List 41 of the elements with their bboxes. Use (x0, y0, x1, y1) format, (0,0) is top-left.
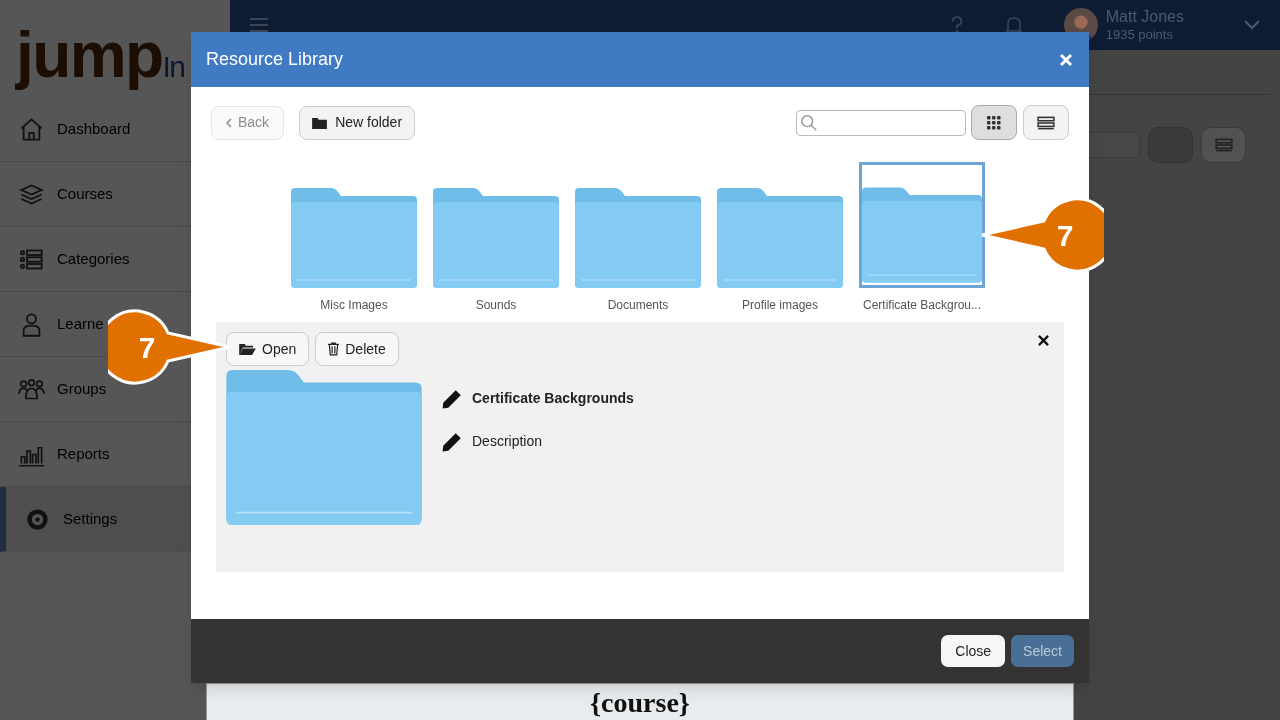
bell-icon[interactable] (1003, 15, 1024, 35)
close-icon (1038, 335, 1049, 346)
list-icon (1214, 138, 1233, 152)
search-icon (800, 113, 818, 132)
delete-button[interactable]: Delete (315, 332, 399, 366)
user-name: Matt Jones (1105, 6, 1184, 27)
user-points: 1935 points (1105, 26, 1174, 44)
folder-name: Certificate Backgrounds (472, 389, 634, 408)
folder-item[interactable]: Documents (575, 162, 701, 314)
folder-icon (575, 188, 701, 288)
pencil-icon[interactable] (442, 388, 462, 409)
folder-icon (717, 188, 843, 288)
folder-icon (291, 188, 417, 288)
close-icon (1060, 53, 1072, 66)
close-button[interactable]: Close (941, 635, 1006, 667)
new-folder-button[interactable]: New folder (299, 105, 416, 140)
list-icon (1037, 115, 1055, 130)
close-button[interactable] (1037, 334, 1050, 347)
list-view-button[interactable] (1201, 127, 1246, 163)
certificate-heading: {course} (590, 689, 690, 720)
folder-icon (433, 188, 559, 288)
view-toggle-button[interactable] (1023, 105, 1069, 140)
folder-item[interactable]: Misc Images (291, 162, 417, 314)
grid-icon (987, 115, 1001, 130)
nav-icon (18, 115, 45, 143)
trash-icon (328, 342, 340, 356)
chevron-left-icon (226, 117, 232, 128)
view-toggle-button[interactable] (971, 105, 1017, 140)
folder-icon (226, 370, 422, 525)
folder-description: Description (472, 432, 543, 451)
open-button[interactable]: Open (226, 332, 310, 366)
folder-item[interactable]: Profile images (717, 162, 843, 314)
folder-icon (239, 343, 256, 355)
folder-icon (312, 116, 328, 129)
chevron-down-icon[interactable] (1244, 20, 1260, 30)
help-icon[interactable] (949, 15, 964, 35)
search-field[interactable] (796, 109, 966, 136)
folder-icon (862, 185, 982, 285)
dialog-title: Resource Library (206, 48, 345, 71)
folder-item[interactable]: Sounds (433, 162, 559, 314)
pencil-icon[interactable] (442, 431, 462, 452)
